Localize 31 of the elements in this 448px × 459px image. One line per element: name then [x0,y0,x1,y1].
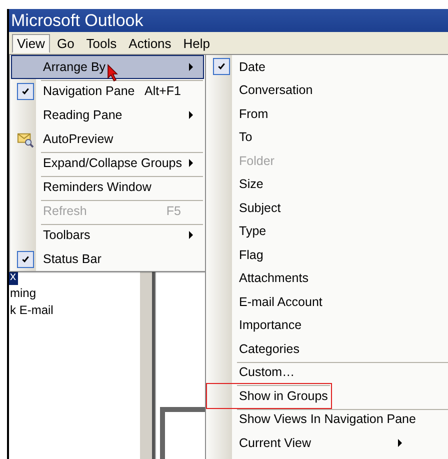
nav-pane-entry[interactable]: ming [9,285,38,302]
menu-item[interactable]: Reminders Window [11,175,204,199]
menu-item[interactable]: Size [207,172,448,196]
menu-bar-item[interactable]: Tools [81,34,122,52]
menu-item[interactable]: Subject [207,196,448,220]
menu-item[interactable]: Categories [207,337,448,360]
nav-pane-entry[interactable]: k E-mail [9,302,56,319]
menu-item[interactable]: Toolbars [11,223,204,247]
menu-item[interactable]: Status Bar [11,247,204,271]
menu-item[interactable]: Show in Groups [207,384,331,408]
menu-item[interactable]: Flag [207,243,448,266]
menu-bar-item[interactable]: Go [52,34,80,52]
menu-item[interactable]: E-mail Account [207,290,448,314]
menu-item[interactable]: Importance [207,314,448,337]
menu-item[interactable]: Navigation Pane Alt+F1 [11,79,204,103]
menu-item[interactable]: Conversation [207,78,448,102]
menu-bar-item[interactable]: Help [178,34,216,52]
menu-item[interactable]: AutoPreview [11,127,204,151]
menu-item[interactable]: Date [207,55,448,78]
mouse-pointer-icon [107,64,119,82]
menu-item[interactable]: To [207,126,448,149]
menu-item[interactable]: Current View [207,431,448,454]
window-title: Microsoft Outlook [11,10,144,30]
menu-item[interactable]: From [207,102,448,126]
menu-item[interactable]: Reading Pane [11,103,204,127]
menu-bar-item[interactable]: Actions [124,34,176,52]
menu-bar-item[interactable]: View [12,34,50,52]
menu-item[interactable]: Arrange By [11,55,204,79]
menu-item[interactable]: Type [207,220,448,243]
menu-item[interactable]: Attachments [207,266,448,290]
menu-item[interactable]: Expand/Collapse Groups [11,151,204,175]
